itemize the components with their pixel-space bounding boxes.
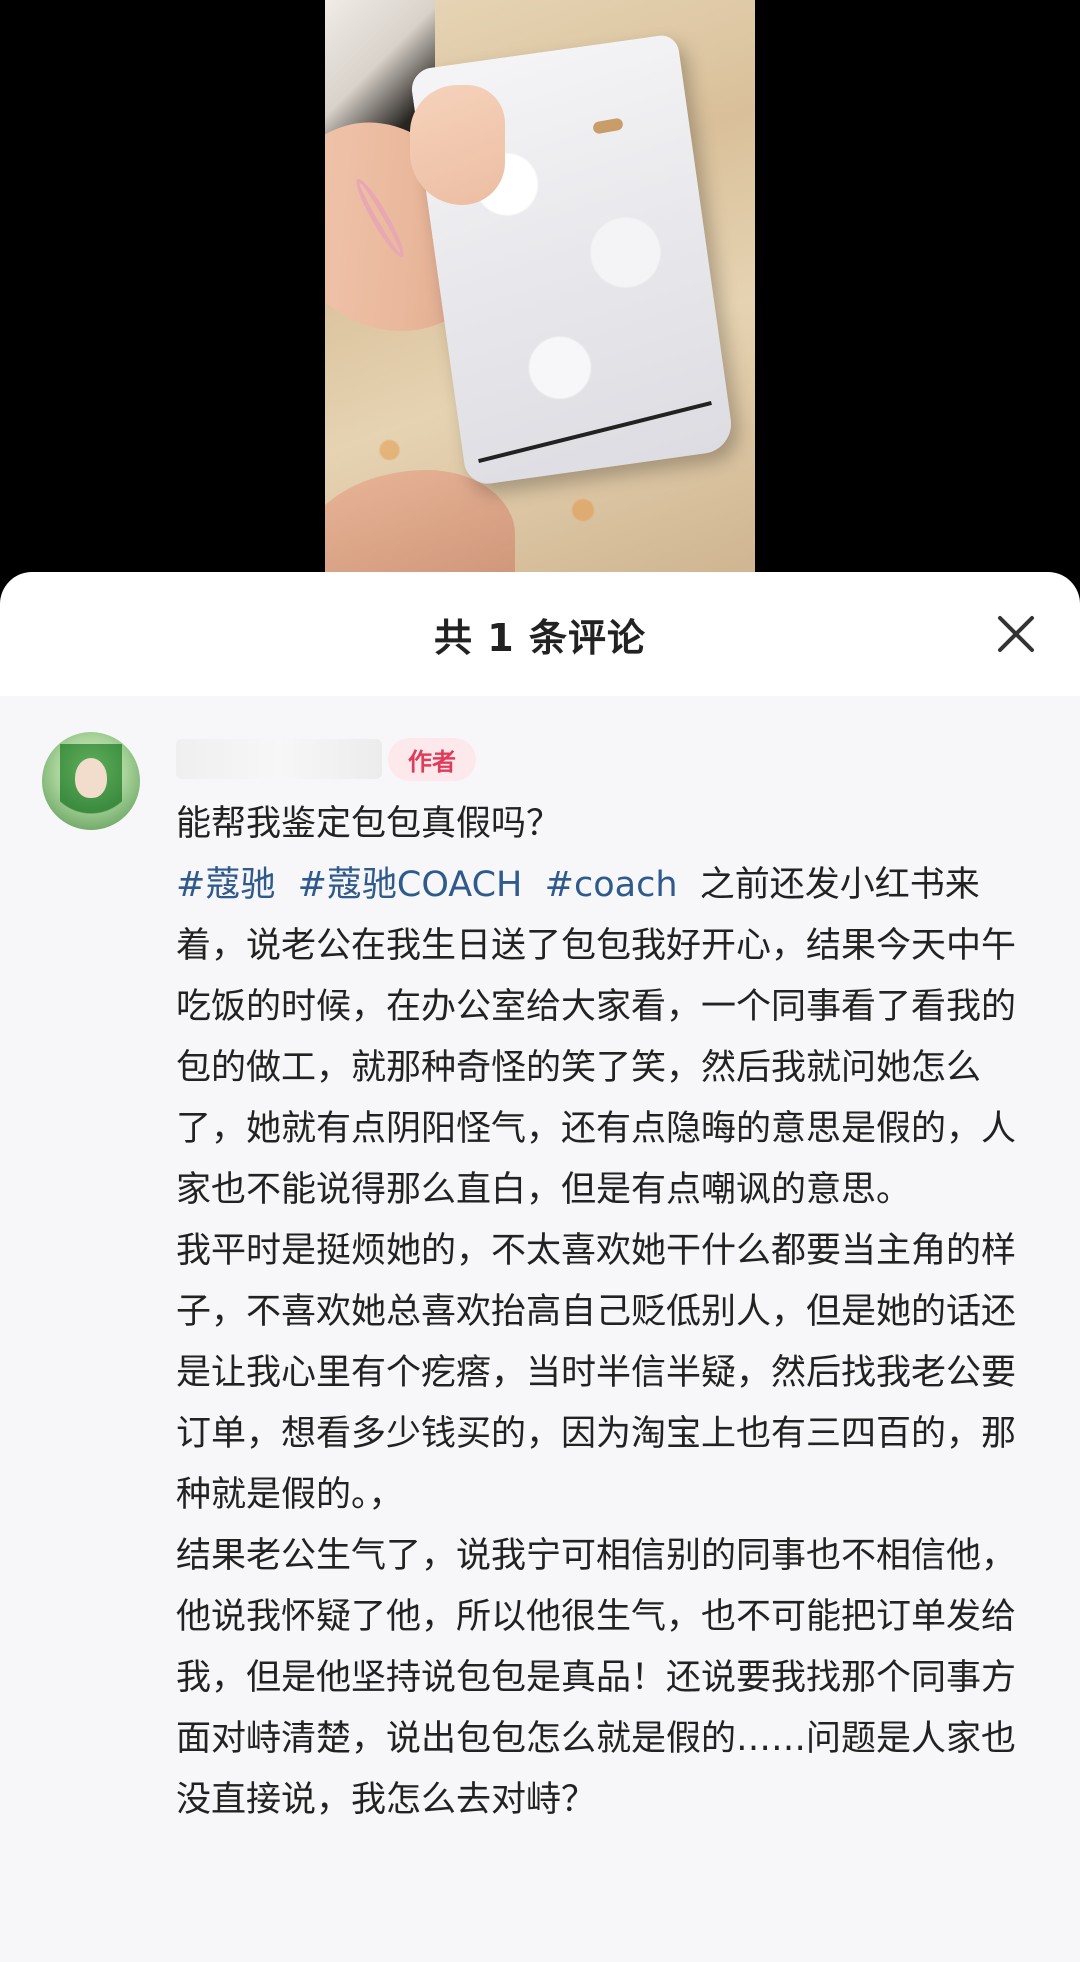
comment-paragraph-1: #蔻驰 #蔻驰COACH #coach 之前还发小红书来着，说老公在我生日送了包… [176, 855, 1040, 1221]
hashtag-3[interactable]: #coach [545, 865, 678, 905]
hashtag-2[interactable]: #蔻驰COACH [298, 865, 523, 905]
comments-header: 共 1 条评论 [0, 572, 1080, 696]
avatar-face [75, 758, 107, 798]
comment-paragraph-3: 结果老公生气了，说我宁可相信别的同事也不相信他，他说我怀疑了他，所以他很生气，也… [176, 1536, 1017, 1820]
author-name-blurred[interactable] [176, 739, 382, 779]
video-player[interactable] [0, 0, 1080, 600]
hand [410, 85, 505, 205]
comment-question: 能帮我鉴定包包真假吗？ [176, 804, 562, 844]
hashtag-1[interactable]: #蔻驰 [176, 865, 275, 905]
comment-body[interactable]: 能帮我鉴定包包真假吗？ #蔻驰 #蔻驰COACH #coach 之前还发小红书来… [176, 794, 1040, 1831]
comment-paragraph-1-text: 之前还发小红书来着，说老公在我生日送了包包我好开心，结果今天中午吃饭的时候，在办… [176, 865, 1017, 1210]
close-icon [998, 616, 1034, 652]
video-frame [325, 0, 755, 600]
close-button[interactable] [994, 612, 1038, 656]
comment-paragraph-2: 我平时是挺烦她的，不太喜欢她干什么都要当主角的样子，不喜欢她总喜欢抬高自己贬低别… [176, 1231, 1017, 1515]
comments-title: 共 1 条评论 [434, 615, 646, 660]
comments-sheet: 共 1 条评论 作者 能帮我鉴定包包真假吗？ #蔻驰 #蔻驰COACH #coa… [0, 572, 1080, 1962]
comment-item: 作者 能帮我鉴定包包真假吗？ #蔻驰 #蔻驰COACH #coach 之前还发小… [0, 696, 1080, 1831]
comments-list[interactable]: 作者 能帮我鉴定包包真假吗？ #蔻驰 #蔻驰COACH #coach 之前还发小… [0, 696, 1080, 1962]
author-badge: 作者 [388, 737, 476, 781]
avatar[interactable] [42, 732, 140, 830]
author-row: 作者 [176, 734, 1040, 784]
